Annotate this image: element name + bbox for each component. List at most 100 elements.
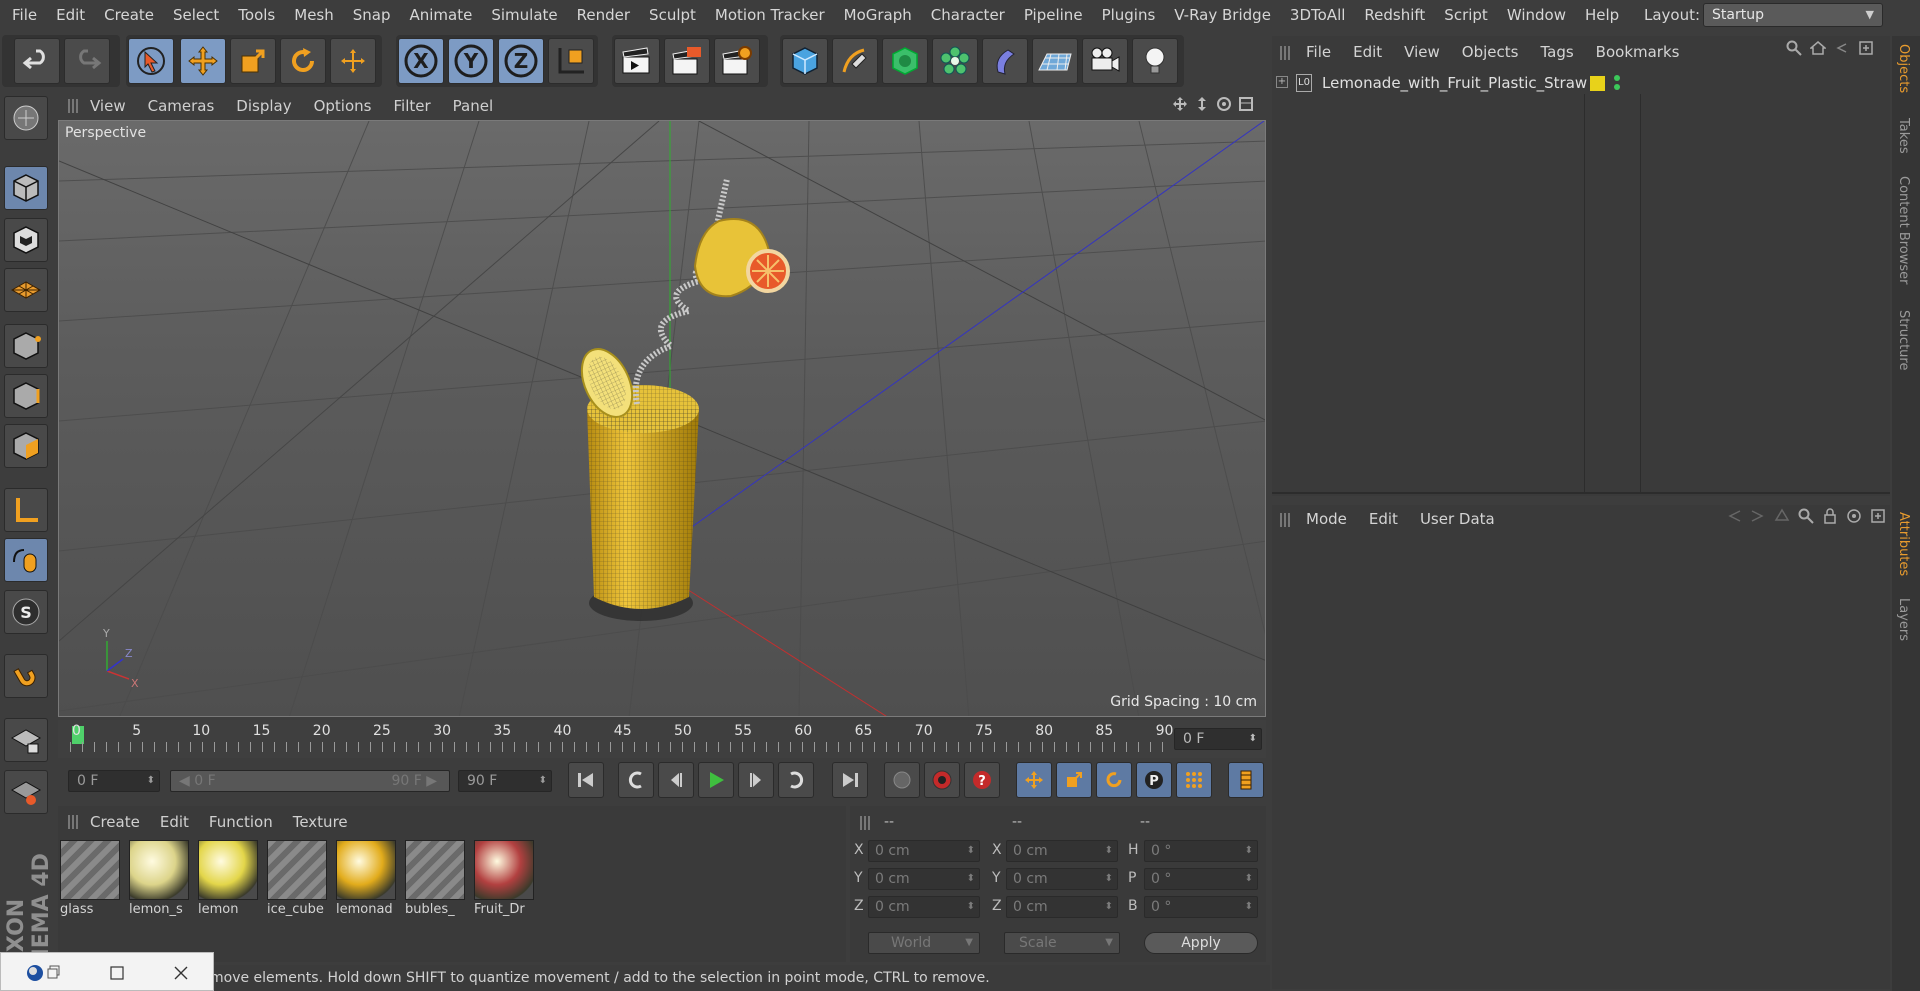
viewport-menu-cameras[interactable]: Cameras [148, 97, 215, 115]
z-axis-lock-button[interactable]: Z [498, 38, 544, 84]
y-axis-lock-button[interactable]: Y [448, 38, 494, 84]
spinner-arrows-icon[interactable]: ⬍ [1105, 841, 1113, 861]
cloner-button[interactable] [932, 38, 978, 84]
spinner-arrows-icon[interactable]: ⬍ [1105, 869, 1113, 889]
cube-object-button[interactable] [782, 38, 828, 84]
apply-button[interactable]: Apply [1144, 932, 1258, 954]
lock-icon[interactable] [1822, 508, 1838, 524]
make-editable-button[interactable] [4, 96, 48, 140]
menu-motion-tracker[interactable]: Motion Tracker [715, 6, 825, 24]
keyframe-selection-button[interactable]: ? [964, 762, 1000, 798]
scale-tool-button[interactable] [230, 38, 276, 84]
maximize-icon[interactable] [109, 965, 125, 981]
new-window-icon[interactable] [1870, 508, 1886, 524]
menu-plugins[interactable]: Plugins [1102, 6, 1156, 24]
record-keys-button[interactable] [884, 762, 920, 798]
material-swatch-item[interactable]: ice_cube [267, 840, 329, 920]
parameter-key-button[interactable]: P [1136, 762, 1172, 798]
panel-grip-icon[interactable] [68, 99, 78, 113]
start-frame-field[interactable]: 0 F ⬍ [68, 770, 160, 792]
perspective-viewport[interactable]: Y X Z Perspective Grid Spacing : 10 cm [58, 120, 1266, 717]
zoom-icon[interactable] [1194, 96, 1210, 112]
panel-grip-icon[interactable] [1280, 46, 1290, 60]
attributes-menu-edit[interactable]: Edit [1369, 510, 1398, 528]
pan-icon[interactable] [1172, 96, 1188, 112]
menu-3dtoall[interactable]: 3DToAll [1290, 6, 1345, 24]
coord-value-field[interactable]: 0 ° ⬍ [1144, 840, 1258, 862]
search-icon[interactable] [1798, 508, 1814, 524]
target-icon[interactable] [1846, 508, 1862, 524]
model-mode-button[interactable] [4, 166, 48, 210]
cinema4d-app-icon[interactable] [25, 963, 45, 983]
workplane-lock-button[interactable] [4, 718, 48, 762]
material-swatch-item[interactable]: lemonad [336, 840, 398, 920]
tab-takes[interactable]: Takes [1896, 118, 1911, 154]
menu-edit[interactable]: Edit [56, 6, 85, 24]
snap-button[interactable] [4, 654, 48, 698]
position-key-button[interactable] [1016, 762, 1052, 798]
viewport-menu-display[interactable]: Display [236, 97, 291, 115]
timeline-window-button[interactable] [1228, 762, 1264, 798]
search-icon[interactable] [1786, 40, 1802, 56]
objects-menu-view[interactable]: View [1404, 43, 1440, 61]
editor-visibility-dot[interactable] [1614, 75, 1620, 81]
objects-menu-objects[interactable]: Objects [1462, 43, 1519, 61]
end-frame-field[interactable]: 90 F ⬍ [458, 770, 552, 792]
previous-key-button[interactable] [618, 762, 654, 798]
render-visibility-dot[interactable] [1614, 84, 1620, 90]
x-axis-lock-button[interactable]: X [398, 38, 444, 84]
menu-window[interactable]: Window [1507, 6, 1566, 24]
material-menu-edit[interactable]: Edit [160, 813, 189, 831]
spline-pen-button[interactable] [832, 38, 878, 84]
orbit-icon[interactable] [1216, 96, 1232, 112]
coord-value-field[interactable]: 0 ° ⬍ [1144, 868, 1258, 890]
planar-workplane-button[interactable] [4, 770, 48, 814]
attributes-menu-user-data[interactable]: User Data [1420, 510, 1495, 528]
menu-vray-bridge[interactable]: V-Ray Bridge [1174, 6, 1271, 24]
previous-frame-button[interactable] [658, 762, 694, 798]
objects-menu-edit[interactable]: Edit [1353, 43, 1382, 61]
coord-value-field[interactable]: 0 cm ⬍ [868, 868, 980, 890]
autokeying-button[interactable] [924, 762, 960, 798]
deformer-button[interactable] [982, 38, 1028, 84]
tab-objects[interactable]: Objects [1896, 44, 1911, 93]
expand-plus-icon[interactable]: + [1276, 76, 1288, 88]
redo-button[interactable] [64, 38, 110, 84]
render-picture-viewer-button[interactable] [664, 38, 710, 84]
tab-layers[interactable]: Layers [1896, 598, 1911, 641]
tab-structure[interactable]: Structure [1896, 310, 1911, 370]
menu-render[interactable]: Render [577, 6, 630, 24]
range-left-arrow-icon[interactable]: ◀ [179, 773, 194, 789]
play-button[interactable] [698, 762, 734, 798]
material-menu-texture[interactable]: Texture [293, 813, 348, 831]
live-selection-button[interactable] [128, 38, 174, 84]
transform-tool-button[interactable] [330, 38, 376, 84]
material-swatch-item[interactable]: lemon [198, 840, 260, 920]
go-to-start-button[interactable] [568, 762, 604, 798]
spinner-arrows-icon[interactable]: ⬍ [1245, 841, 1253, 861]
menu-simulate[interactable]: Simulate [491, 6, 557, 24]
render-settings-button[interactable] [714, 38, 760, 84]
spinner-arrows-icon[interactable]: ⬍ [1105, 897, 1113, 917]
menu-sculpt[interactable]: Sculpt [649, 6, 696, 24]
restore-window-icon[interactable] [47, 965, 61, 979]
point-level-key-button[interactable] [1176, 762, 1212, 798]
spinner-arrows-icon[interactable]: ⬍ [1245, 869, 1253, 889]
coord-value-field[interactable]: 0 cm ⬍ [868, 896, 980, 918]
back-forward-icon[interactable] [1726, 508, 1766, 524]
coord-system-select[interactable]: World ▼ [868, 932, 980, 954]
move-tool-button[interactable] [180, 38, 226, 84]
spinner-arrows-icon[interactable]: ⬍ [967, 841, 975, 861]
object-name[interactable]: Lemonade_with_Fruit_Plastic_Straw [1322, 74, 1587, 92]
menu-pipeline[interactable]: Pipeline [1024, 6, 1083, 24]
menu-tools[interactable]: Tools [238, 6, 275, 24]
scale-key-button[interactable] [1056, 762, 1092, 798]
menu-character[interactable]: Character [931, 6, 1005, 24]
axis-mode-button[interactable] [4, 488, 48, 532]
layer-color-swatch[interactable] [1590, 76, 1605, 91]
rotation-key-button[interactable] [1096, 762, 1132, 798]
camera-button[interactable] [1082, 38, 1128, 84]
tweak-mode-button[interactable] [4, 538, 48, 582]
timeline-ruler[interactable]: 0 5 10 15 20 25 30 35 40 45 50 55 60 65 70 75 80 85 90 0 F… [58, 720, 1266, 758]
back-arrow-icon[interactable] [1834, 40, 1850, 56]
